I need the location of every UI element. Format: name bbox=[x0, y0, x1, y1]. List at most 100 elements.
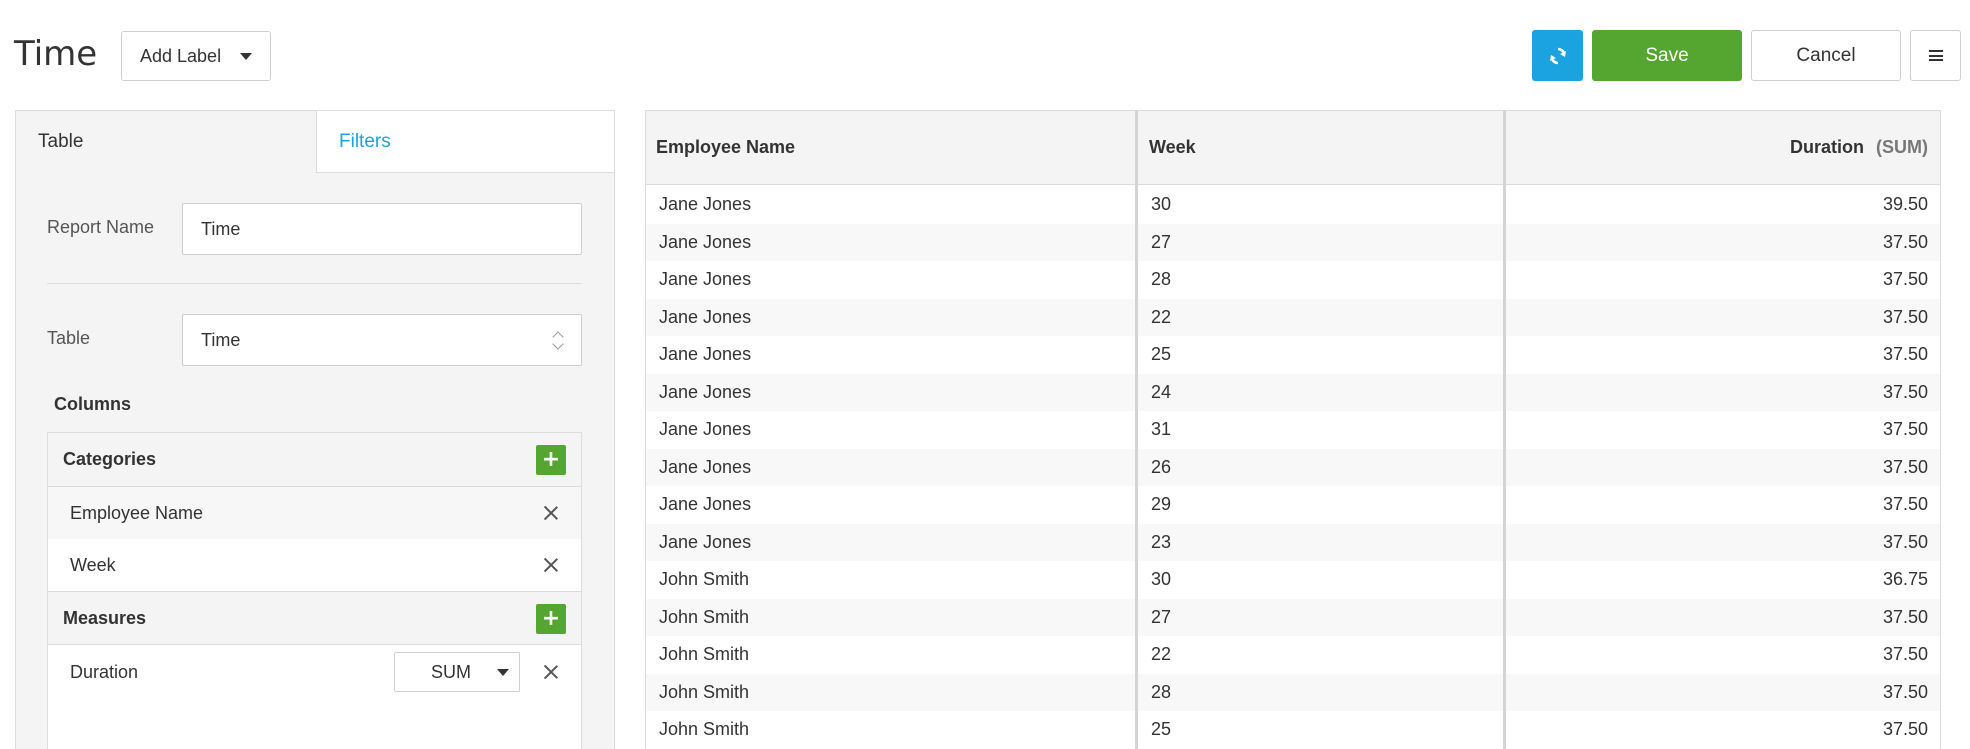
column-resize-handle[interactable] bbox=[1135, 111, 1138, 749]
cell-employee-name: Jane Jones bbox=[659, 194, 752, 215]
measures-header: Measures + bbox=[48, 591, 581, 645]
cell-week: 22 bbox=[1151, 644, 1172, 665]
add-measure-button[interactable]: + bbox=[536, 604, 566, 634]
save-button[interactable]: Save bbox=[1592, 30, 1742, 81]
table-row[interactable]: John Smith 25 37.50 bbox=[646, 711, 1940, 749]
cell-duration: 37.50 bbox=[1882, 719, 1928, 740]
cell-week: 22 bbox=[1151, 306, 1172, 327]
plus-icon: + bbox=[541, 447, 561, 472]
column-header-employee-name[interactable]: Employee Name bbox=[656, 111, 795, 184]
refresh-icon bbox=[1549, 47, 1566, 64]
duration-aggregation-label: (SUM) bbox=[1876, 137, 1928, 157]
measure-item: Duration SUM bbox=[48, 646, 581, 698]
table-row[interactable]: Jane Jones 29 37.50 bbox=[646, 486, 1940, 524]
cell-employee-name: John Smith bbox=[659, 644, 750, 665]
results-table: Employee Name Week Duration (SUM) Jane J… bbox=[645, 110, 1941, 749]
cell-duration: 37.50 bbox=[1882, 381, 1928, 402]
cell-duration: 37.50 bbox=[1882, 344, 1928, 365]
table-row[interactable]: John Smith 30 36.75 bbox=[646, 561, 1940, 599]
cell-duration: 37.50 bbox=[1882, 306, 1928, 327]
cell-duration: 37.50 bbox=[1882, 681, 1928, 702]
cell-employee-name: John Smith bbox=[659, 681, 750, 702]
columns-box: Categories + Employee Name Week Measures… bbox=[47, 432, 582, 749]
close-icon[interactable] bbox=[541, 662, 561, 682]
page-title: Time bbox=[14, 34, 98, 74]
table-row[interactable]: Jane Jones 25 37.50 bbox=[646, 336, 1940, 374]
cell-employee-name: Jane Jones bbox=[659, 456, 752, 477]
cell-week: 28 bbox=[1151, 269, 1172, 290]
cell-week: 30 bbox=[1151, 569, 1172, 590]
cell-duration: 37.50 bbox=[1882, 419, 1928, 440]
tab-table[interactable]: Table bbox=[16, 111, 316, 173]
categories-header: Categories + bbox=[48, 433, 581, 487]
cancel-button[interactable]: Cancel bbox=[1751, 30, 1901, 81]
cell-week: 25 bbox=[1151, 719, 1172, 740]
table-row[interactable]: Jane Jones 24 37.50 bbox=[646, 373, 1940, 411]
table-label: Table bbox=[47, 328, 91, 348]
menu-button[interactable] bbox=[1910, 30, 1961, 81]
category-item-label: Week bbox=[70, 554, 116, 575]
aggregation-select[interactable]: SUM bbox=[394, 652, 520, 692]
table-select-value: Time bbox=[201, 329, 241, 350]
cell-week: 25 bbox=[1151, 344, 1172, 365]
table-select[interactable]: Time bbox=[182, 314, 582, 366]
cell-duration: 37.50 bbox=[1882, 531, 1928, 552]
table-row[interactable]: John Smith 27 37.50 bbox=[646, 598, 1940, 636]
close-icon[interactable] bbox=[541, 555, 561, 575]
columns-title: Columns bbox=[54, 394, 132, 414]
table-row[interactable]: Jane Jones 30 39.50 bbox=[646, 186, 1940, 224]
column-resize-handle[interactable] bbox=[1503, 111, 1506, 749]
cell-employee-name: Jane Jones bbox=[659, 344, 752, 365]
cell-week: 27 bbox=[1151, 606, 1172, 627]
cell-employee-name: John Smith bbox=[659, 569, 750, 590]
cell-employee-name: John Smith bbox=[659, 606, 750, 627]
tab-filters[interactable]: Filters bbox=[316, 111, 614, 173]
report-config-panel: Table Filters Report Name Time Table Tim… bbox=[15, 110, 615, 749]
cell-week: 28 bbox=[1151, 681, 1172, 702]
plus-icon: + bbox=[541, 606, 561, 631]
cell-employee-name: Jane Jones bbox=[659, 531, 752, 552]
cell-week: 23 bbox=[1151, 531, 1172, 552]
cell-week: 29 bbox=[1151, 494, 1172, 515]
category-item-label: Employee Name bbox=[70, 502, 204, 523]
cell-employee-name: John Smith bbox=[659, 719, 750, 740]
table-row[interactable]: Jane Jones 22 37.50 bbox=[646, 298, 1940, 336]
add-label-text: Add Label bbox=[140, 45, 222, 66]
cell-duration: 39.50 bbox=[1882, 194, 1928, 215]
cell-employee-name: Jane Jones bbox=[659, 269, 752, 290]
caret-down-icon bbox=[497, 669, 509, 676]
column-header-duration[interactable]: Duration (SUM) bbox=[1790, 111, 1928, 184]
cell-duration: 36.75 bbox=[1882, 569, 1928, 590]
table-row[interactable]: Jane Jones 27 37.50 bbox=[646, 223, 1940, 261]
cell-duration: 37.50 bbox=[1882, 231, 1928, 252]
add-category-button[interactable]: + bbox=[536, 445, 566, 475]
table-row[interactable]: Jane Jones 28 37.50 bbox=[646, 261, 1940, 299]
table-row[interactable]: Jane Jones 31 37.50 bbox=[646, 411, 1940, 449]
caret-down-icon bbox=[240, 53, 252, 60]
cell-week: 24 bbox=[1151, 381, 1172, 402]
table-row[interactable]: John Smith 28 37.50 bbox=[646, 673, 1940, 711]
category-item: Employee Name bbox=[48, 487, 581, 539]
report-name-input[interactable]: Time bbox=[182, 203, 582, 255]
measures-title: Measures bbox=[63, 607, 147, 628]
cell-employee-name: Jane Jones bbox=[659, 231, 752, 252]
measure-item-label: Duration bbox=[70, 661, 139, 682]
hamburger-menu-icon bbox=[1928, 50, 1943, 61]
category-item: Week bbox=[48, 539, 581, 591]
report-name-label: Report Name bbox=[47, 217, 155, 237]
cell-employee-name: Jane Jones bbox=[659, 381, 752, 402]
cell-duration: 37.50 bbox=[1882, 606, 1928, 627]
refresh-button[interactable] bbox=[1532, 30, 1583, 81]
add-label-dropdown[interactable]: Add Label bbox=[121, 31, 271, 81]
table-row[interactable]: Jane Jones 26 37.50 bbox=[646, 448, 1940, 486]
close-icon[interactable] bbox=[541, 503, 561, 523]
cell-employee-name: Jane Jones bbox=[659, 306, 752, 327]
cell-week: 26 bbox=[1151, 456, 1172, 477]
table-row[interactable]: John Smith 22 37.50 bbox=[646, 636, 1940, 674]
column-header-week[interactable]: Week bbox=[1149, 111, 1196, 184]
cell-duration: 37.50 bbox=[1882, 494, 1928, 515]
sort-arrows-icon bbox=[553, 330, 565, 352]
table-row[interactable]: Jane Jones 23 37.50 bbox=[646, 523, 1940, 561]
cell-week: 27 bbox=[1151, 231, 1172, 252]
table-header-row: Employee Name Week Duration (SUM) bbox=[646, 111, 1940, 185]
